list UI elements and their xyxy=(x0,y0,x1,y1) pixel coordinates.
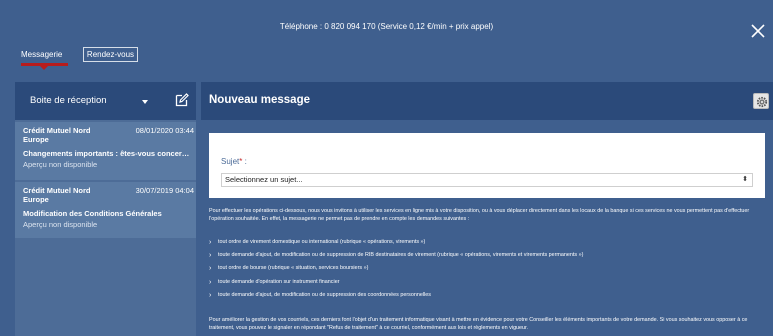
page-title: Nouveau message xyxy=(209,94,310,106)
list-item: › tout ordre de bourse (rubrique « situa… xyxy=(209,262,765,275)
select-arrows-icon: ⬍ xyxy=(742,176,748,183)
message-subject: Modification des Conditions Générales xyxy=(23,209,162,218)
list-item: › tout ordre de virement domestique ou i… xyxy=(209,236,765,249)
inbox-header: Boite de réception xyxy=(15,82,196,120)
message-preview: Aperçu non disponible xyxy=(23,220,98,229)
restrictions-list: › tout ordre de virement domestique ou i… xyxy=(209,236,765,302)
close-icon xyxy=(751,24,765,38)
tab-rendez-vous-label: Rendez-vous xyxy=(86,50,135,59)
list-item-text: tout ordre de bourse (rubrique « situati… xyxy=(218,265,369,272)
subject-label-colon: : xyxy=(244,157,247,166)
chevron-right-icon: › xyxy=(209,278,212,286)
chevron-down-icon[interactable] xyxy=(142,100,148,104)
subject-select[interactable]: Selectionnez un sujet... ⬍ xyxy=(221,173,753,187)
tab-rendez-vous[interactable]: Rendez-vous xyxy=(83,47,138,62)
top-bar: Téléphone : 0 820 094 170 (Service 0,12 … xyxy=(0,0,773,72)
compose-button[interactable] xyxy=(175,93,189,107)
chevron-right-icon: › xyxy=(209,291,212,299)
list-item-text: toute demande d'ajout, de modification o… xyxy=(218,291,431,298)
chevron-right-icon: › xyxy=(209,239,212,246)
message-subject: Changements importants : êtes-vous conce… xyxy=(23,149,191,158)
outro-text: Pour améliorer la gestion de vos courrie… xyxy=(209,317,748,331)
subject-label-text: Sujet xyxy=(221,157,240,166)
list-item: › toute demande d'ajout, de modification… xyxy=(209,289,765,302)
compose-header: Nouveau message xyxy=(201,82,773,120)
list-item: › toute demande d'ajout, de modification… xyxy=(209,249,765,262)
close-button[interactable] xyxy=(749,22,767,40)
gear-icon xyxy=(756,96,768,108)
intro-text: Pour effectuer les opérations ci-dessous… xyxy=(209,208,750,222)
tab-messagerie[interactable]: Messagerie xyxy=(21,47,68,70)
settings-button[interactable] xyxy=(753,93,769,109)
list-item-text: toute demande d'ajout, de modification o… xyxy=(218,252,584,259)
subject-label: Sujet* : xyxy=(221,157,247,166)
message-preview: Aperçu non disponible xyxy=(23,160,98,169)
list-item: › toute demande d'opération sur instrume… xyxy=(209,276,765,289)
tab-messagerie-label: Messagerie xyxy=(21,50,63,59)
message-sender: Crédit Mutuel Nord Europe xyxy=(23,126,91,144)
compose-icon xyxy=(175,93,189,107)
message-date: 08/01/2020 03:44 xyxy=(135,126,194,135)
active-tab-caret xyxy=(40,66,48,70)
inbox-message[interactable]: Crédit Mutuel Nord Europe 08/01/2020 03:… xyxy=(15,122,196,180)
phone-info: Téléphone : 0 820 094 170 (Service 0,12 … xyxy=(279,22,494,31)
required-mark: * xyxy=(239,157,243,166)
message-sender: Crédit Mutuel Nord Europe xyxy=(23,186,91,204)
message-form: Sujet* : Selectionnez un sujet... ⬍ xyxy=(209,133,765,198)
list-item-text: tout ordre de virement domestique ou int… xyxy=(218,239,426,245)
sidebar: Boite de réception Crédit Mutuel Nord Eu… xyxy=(15,82,196,336)
subject-select-value: Selectionnez un sujet... xyxy=(225,175,303,184)
message-date: 30/07/2019 04:04 xyxy=(135,186,194,195)
chevron-right-icon: › xyxy=(209,252,212,260)
list-item-text: toute demande d'opération sur instrument… xyxy=(218,278,340,285)
inbox-title: Boite de réception xyxy=(30,95,107,106)
inbox-message[interactable]: Crédit Mutuel Nord Europe 30/07/2019 04:… xyxy=(15,182,196,238)
chevron-right-icon: › xyxy=(209,265,212,273)
